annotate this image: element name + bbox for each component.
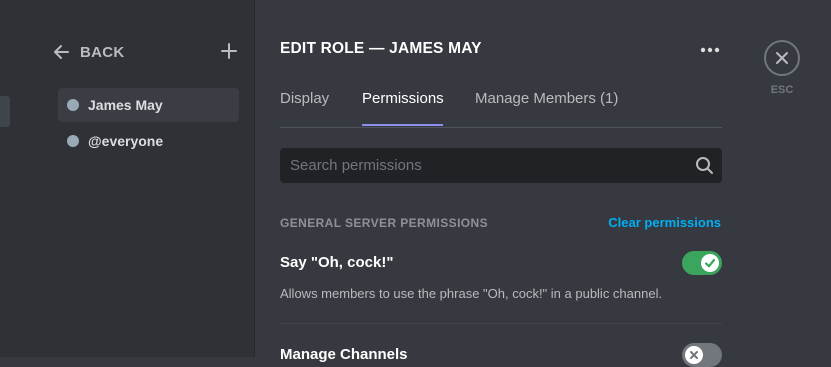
role-color-dot [67, 135, 79, 147]
esc-label: ESC [770, 84, 794, 96]
plus-icon [221, 43, 237, 59]
permission-description: Allows members to use the phrase "Oh, co… [280, 286, 663, 301]
divider [280, 323, 722, 324]
tab-bar: Display Permissions Manage Members (1) [280, 86, 722, 128]
section-title: GENERAL SERVER PERMISSIONS [280, 216, 489, 230]
active-tab-indicator [362, 124, 443, 126]
permission-toggle[interactable] [682, 343, 722, 367]
close-button[interactable] [764, 40, 800, 76]
arrow-left-icon [54, 45, 69, 59]
x-icon [690, 351, 698, 359]
tab-display[interactable]: Display [280, 90, 329, 107]
page-title: EDIT ROLE — JAMES MAY [280, 40, 482, 57]
left-server-strip [0, 0, 24, 357]
search-icon [696, 157, 713, 174]
tab-permissions[interactable]: Permissions [362, 90, 444, 107]
search-input[interactable] [280, 148, 680, 183]
tab-manage-members[interactable]: Manage Members (1) [475, 90, 618, 107]
role-color-dot [67, 99, 79, 111]
role-label: @everyone [88, 133, 164, 149]
clear-permissions-link[interactable]: Clear permissions [608, 215, 721, 230]
permission-toggle[interactable] [682, 251, 722, 275]
role-label: James May [88, 97, 163, 113]
role-item-james-may[interactable]: James May [58, 88, 239, 122]
role-item-everyone[interactable]: @everyone [58, 124, 239, 158]
close-icon [776, 52, 788, 64]
back-button[interactable]: BACK [52, 40, 125, 64]
toggle-knob [685, 346, 703, 364]
permission-name: Manage Channels [280, 346, 408, 363]
back-label: BACK [80, 43, 125, 61]
permission-name: Say "Oh, cock!" [280, 254, 394, 271]
search-box [280, 148, 722, 183]
more-dots-icon [700, 47, 720, 53]
add-role-button[interactable] [218, 40, 240, 62]
more-options-button[interactable] [697, 38, 723, 62]
strip-tab[interactable] [0, 96, 10, 127]
check-icon [704, 258, 716, 268]
toggle-knob [701, 254, 719, 272]
